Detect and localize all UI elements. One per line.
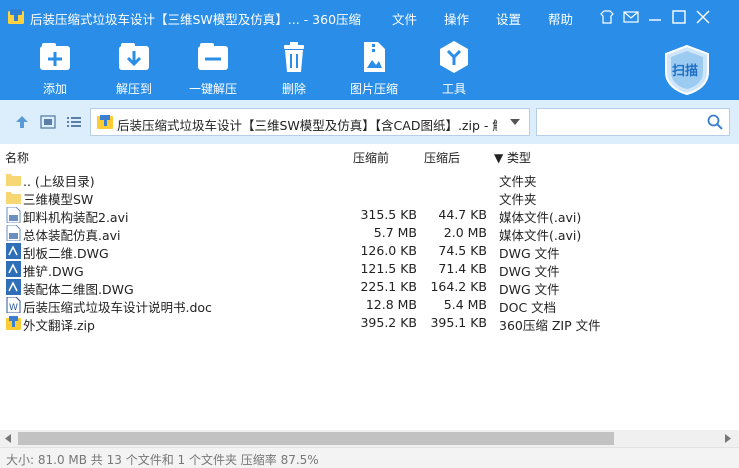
scroll-left-icon[interactable] xyxy=(4,434,12,443)
video-file-icon xyxy=(6,207,21,223)
extract-folder-icon xyxy=(119,43,149,70)
tools-button[interactable]: 工具 xyxy=(423,40,485,98)
menu-help[interactable]: 帮助 xyxy=(548,9,573,28)
doc-file-icon: W xyxy=(6,297,21,313)
image-compress-icon xyxy=(364,42,385,72)
scroll-right-icon[interactable] xyxy=(724,434,732,443)
zip-archive-icon xyxy=(97,115,113,129)
image-compress-button[interactable]: 图片压缩 xyxy=(343,40,405,98)
menu-file[interactable]: 文件 xyxy=(392,9,417,28)
toolbar: 添加 解压到 一键解压 删除 图片压缩 工具 xyxy=(0,34,739,100)
trash-icon xyxy=(284,42,304,72)
window-title: 后装压缩式垃圾车设计【三维SW模型及仿真】... - 360压缩 xyxy=(30,12,362,27)
menu-settings[interactable]: 设置 xyxy=(496,9,521,28)
dwg-file-icon xyxy=(6,261,21,277)
title-bar: 后装压缩式垃圾车设计【三维SW模型及仿真】... - 360压缩 文件 操作 设… xyxy=(0,0,739,34)
extract-to-label: 解压到 xyxy=(115,82,152,96)
horizontal-scrollbar[interactable] xyxy=(0,430,739,447)
column-size[interactable]: 压缩前 xyxy=(353,149,389,166)
list-item[interactable]: 推铲.DWG 121.5 KB 71.4 KB DWG 文件 xyxy=(0,260,739,279)
one-click-extract-button[interactable]: 一键解压 xyxy=(182,40,244,98)
address-row: 后装压缩式垃圾车设计【三维SW模型及仿真】【含CAD图纸】.zip - 解 xyxy=(0,100,739,144)
folder-icon xyxy=(6,192,21,204)
minimize-icon[interactable] xyxy=(646,8,664,26)
search-box xyxy=(536,108,730,136)
thumbnail-view-icon[interactable] xyxy=(40,114,56,130)
add-icon xyxy=(40,43,70,70)
zip-file-icon xyxy=(6,316,21,330)
delete-button[interactable]: 删除 xyxy=(263,40,325,98)
one-click-extract-label: 一键解压 xyxy=(188,82,237,96)
add-label: 添加 xyxy=(42,82,67,96)
list-item[interactable]: 装配体二维图.DWG 225.1 KB 164.2 KB DWG 文件 xyxy=(0,278,739,297)
tools-hexagon-icon xyxy=(440,41,468,73)
menu-operate[interactable]: 操作 xyxy=(444,9,469,28)
skin-icon[interactable] xyxy=(598,8,616,26)
dwg-file-icon xyxy=(6,243,21,259)
message-icon[interactable] xyxy=(622,8,640,26)
video-file-icon xyxy=(6,225,21,241)
one-click-extract-icon xyxy=(198,43,228,70)
list-item[interactable]: 卸料机构装配2.avi 315.5 KB 44.7 KB 媒体文件(.avi) xyxy=(0,206,739,225)
column-header: 名称 压缩前 压缩后 ▼ 类型 xyxy=(0,146,739,166)
column-packed[interactable]: 压缩后 xyxy=(424,149,460,166)
status-bar: 大小: 81.0 MB 共 13 个文件和 1 个文件夹 压缩率 87.5% xyxy=(0,447,739,468)
add-button[interactable]: 添加 xyxy=(24,40,86,98)
list-item[interactable]: 总体装配仿真.avi 5.7 MB 2.0 MB 媒体文件(.avi) xyxy=(0,224,739,243)
svg-text:W: W xyxy=(9,303,18,313)
scan-label: 扫描 xyxy=(672,64,699,79)
status-text: 大小: 81.0 MB 共 13 个文件和 1 个文件夹 压缩率 87.5% xyxy=(6,453,319,467)
app-logo-icon xyxy=(8,9,24,24)
column-name[interactable]: 名称 xyxy=(5,149,29,166)
address-bar[interactable]: 后装压缩式垃圾车设计【三维SW模型及仿真】【含CAD图纸】.zip - 解 xyxy=(90,108,530,136)
scan-button[interactable]: 扫描 xyxy=(662,44,712,96)
folder-up-icon xyxy=(6,174,21,186)
scrollbar-thumb[interactable] xyxy=(18,432,614,445)
dwg-file-icon xyxy=(6,279,21,295)
list-item[interactable]: W 后装压缩式垃圾车设计说明书.doc 12.8 MB 5.4 MB DOC 文… xyxy=(0,296,739,315)
image-compress-label: 图片压缩 xyxy=(349,82,398,96)
list-view-icon[interactable] xyxy=(66,114,82,130)
list-item[interactable]: .. (上级目录) 文件夹 xyxy=(0,170,739,189)
maximize-icon[interactable] xyxy=(670,8,688,26)
list-item[interactable]: 外文翻译.zip 395.2 KB 395.1 KB 360压缩 ZIP 文件 xyxy=(0,314,739,333)
search-icon[interactable] xyxy=(707,114,723,130)
tools-label: 工具 xyxy=(441,82,466,96)
extract-to-button[interactable]: 解压到 xyxy=(103,40,165,98)
delete-label: 删除 xyxy=(281,82,306,96)
list-item[interactable]: 三维模型SW 文件夹 xyxy=(0,188,739,207)
archive-path: 后装压缩式垃圾车设计【三维SW模型及仿真】【含CAD图纸】.zip - 解 xyxy=(117,118,497,133)
search-input[interactable] xyxy=(543,113,707,133)
chevron-down-icon[interactable] xyxy=(509,118,521,126)
up-arrow-icon[interactable] xyxy=(14,114,30,130)
close-icon[interactable] xyxy=(694,8,712,26)
list-item[interactable]: 刮板二维.DWG 126.0 KB 74.5 KB DWG 文件 xyxy=(0,242,739,261)
column-type[interactable]: ▼ 类型 xyxy=(494,149,531,166)
